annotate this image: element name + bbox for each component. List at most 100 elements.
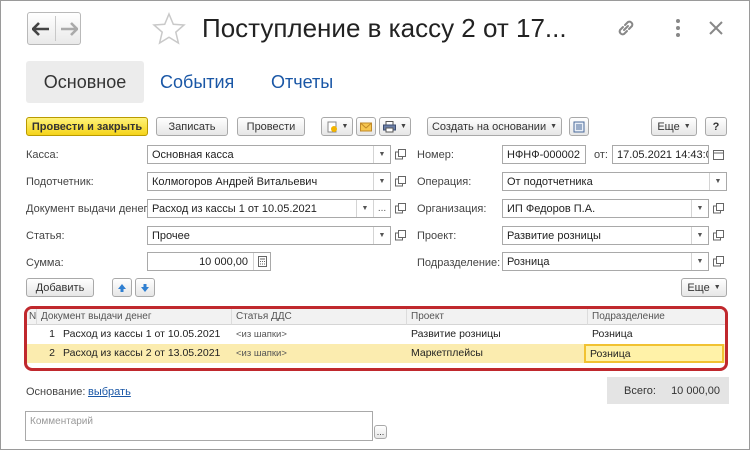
row-division-focused[interactable]: Розница: [584, 344, 724, 363]
summa-label: Сумма:: [26, 257, 64, 269]
back-button[interactable]: [28, 13, 54, 44]
close-button[interactable]: [703, 15, 729, 41]
col-header-n[interactable]: N: [27, 309, 37, 325]
operation-field[interactable]: От подотчетника ▼: [502, 172, 727, 191]
statya-value: Прочее: [152, 230, 190, 242]
open-kassa-button[interactable]: [394, 148, 407, 161]
move-down-button[interactable]: [135, 278, 155, 297]
more-actions-button[interactable]: [671, 15, 685, 41]
save-label: Записать: [168, 120, 216, 133]
chevron-down-icon[interactable]: ▼: [356, 200, 373, 217]
project-label: Проект:: [417, 230, 457, 242]
col-header-doc[interactable]: Документ выдачи денег: [37, 309, 232, 325]
arrow-left-icon: [32, 21, 49, 36]
nav-buttons: [27, 12, 81, 45]
statya-label: Статья:: [26, 230, 65, 242]
col-header-article[interactable]: Статья ДДС: [232, 309, 407, 325]
create-based-on-button[interactable]: Создать на основании ▼: [427, 117, 562, 136]
table-row[interactable]: 1 Расход из кассы 1 от 10.05.2021 <из ша…: [27, 325, 725, 344]
open-doc-button[interactable]: [394, 202, 407, 215]
open-podotchetnik-button[interactable]: [394, 175, 407, 188]
open-project-button[interactable]: [712, 229, 725, 242]
row-number: 1: [49, 328, 55, 340]
row-project[interactable]: Развитие розницы: [407, 325, 588, 344]
post-and-close-button[interactable]: Провести и закрыть: [26, 117, 148, 136]
nomer-label: Номер:: [417, 149, 454, 161]
operation-label: Операция:: [417, 176, 472, 188]
more-button[interactable]: Еще ▼: [651, 117, 697, 136]
email-button[interactable]: [356, 117, 376, 136]
chevron-down-icon[interactable]: ▼: [691, 253, 708, 270]
print-menu-button[interactable]: ▼: [379, 117, 411, 136]
comment-placeholder: Комментарий: [30, 416, 93, 427]
add-row-label: Добавить: [35, 281, 85, 294]
col-header-project[interactable]: Проект: [407, 309, 588, 325]
hierarchy-icon: [573, 121, 585, 132]
tab-main[interactable]: Основное: [26, 61, 144, 103]
statya-field[interactable]: Прочее ▼: [147, 226, 391, 245]
chevron-down-icon[interactable]: ▼: [709, 173, 726, 190]
chevron-down-icon[interactable]: ▼: [691, 200, 708, 217]
move-up-button[interactable]: [112, 278, 132, 297]
open-org-button[interactable]: [712, 202, 725, 215]
row-doc[interactable]: Расход из кассы 2 от 13.05.2021: [59, 344, 232, 363]
chevron-down-icon[interactable]: ▼: [691, 227, 708, 244]
col-header-division[interactable]: Подразделение: [588, 309, 725, 325]
document-window: Поступление в кассу 2 от 17... Основное …: [0, 0, 750, 450]
row-division[interactable]: Розница: [588, 325, 725, 344]
open-division-button[interactable]: [712, 255, 725, 268]
org-field[interactable]: ИП Федоров П.А. ▼: [502, 199, 709, 218]
total-label: Всего:: [624, 385, 656, 397]
comment-field[interactable]: Комментарий: [25, 411, 373, 441]
row-article[interactable]: <из шапки>: [232, 325, 407, 344]
chevron-down-icon: ▼: [400, 123, 407, 130]
chevron-down-icon: ▼: [683, 123, 691, 130]
copy-link-button[interactable]: [613, 15, 639, 41]
more-label: Еще: [657, 120, 680, 133]
date-field[interactable]: 17.05.2021 14:43:0: [612, 145, 709, 164]
calendar-button[interactable]: [712, 148, 725, 161]
arrow-up-icon: [118, 283, 126, 292]
nomer-value: НФНФ-000002: [507, 149, 580, 161]
help-button[interactable]: ?: [705, 117, 727, 136]
post-button[interactable]: Провести: [237, 117, 305, 136]
printer-icon: [383, 120, 397, 132]
comment-edit-button[interactable]: ...: [374, 425, 387, 439]
basis-label: Основание:: [26, 386, 86, 398]
chevron-down-icon[interactable]: ▼: [373, 146, 390, 163]
row-article[interactable]: <из шапки>: [232, 344, 407, 363]
basis-select-link[interactable]: выбрать: [88, 386, 131, 398]
forward-button[interactable]: [56, 13, 82, 44]
row-project[interactable]: Маркетплейсы: [407, 344, 588, 363]
chevron-down-icon[interactable]: ▼: [373, 227, 390, 244]
doc-field[interactable]: Расход из кассы 1 от 10.05.2021 ▼ ...: [147, 199, 391, 218]
project-value: Развитие розницы: [507, 230, 601, 242]
table-row-selected[interactable]: 2 Расход из кассы 2 от 13.05.2021 <из ша…: [27, 344, 725, 363]
summa-field[interactable]: 10 000,00: [147, 252, 271, 271]
open-icon: [395, 230, 406, 241]
add-row-button[interactable]: Добавить: [26, 278, 94, 297]
project-field[interactable]: Развитие розницы ▼: [502, 226, 709, 245]
tab-reports[interactable]: Отчеты: [271, 72, 333, 93]
chevron-down-icon[interactable]: ▼: [373, 173, 390, 190]
podotchetnik-field[interactable]: Колмогоров Андрей Витальевич ▼: [147, 172, 391, 191]
attach-menu-button[interactable]: ▼: [321, 117, 353, 136]
calendar-icon: [713, 150, 724, 160]
row-doc[interactable]: Расход из кассы 1 от 10.05.2021: [59, 325, 232, 344]
star-icon: [152, 12, 186, 45]
help-label: ?: [712, 120, 720, 133]
post-and-close-label: Провести и закрыть: [31, 120, 143, 133]
select-ellipsis-button[interactable]: ...: [373, 200, 390, 217]
table-more-button[interactable]: Еще ▼: [681, 278, 727, 297]
calculator-icon[interactable]: [253, 253, 270, 270]
chevron-down-icon: ▼: [550, 123, 558, 130]
structure-button[interactable]: [569, 117, 589, 136]
kassa-field[interactable]: Основная касса ▼: [147, 145, 391, 164]
open-icon: [395, 176, 406, 187]
favorite-star-button[interactable]: [151, 11, 187, 47]
division-field[interactable]: Розница ▼: [502, 252, 709, 271]
save-button[interactable]: Записать: [156, 117, 228, 136]
nomer-field[interactable]: НФНФ-000002: [502, 145, 586, 164]
open-statya-button[interactable]: [394, 229, 407, 242]
tab-events[interactable]: События: [160, 72, 234, 93]
